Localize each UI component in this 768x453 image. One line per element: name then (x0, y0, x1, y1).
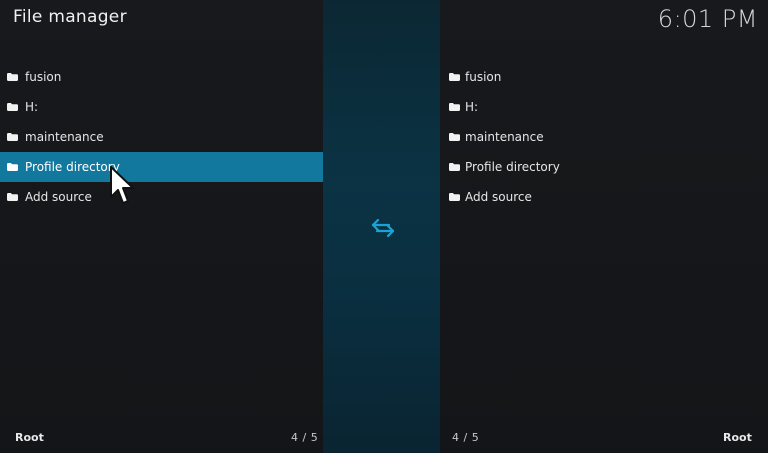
folder-icon (7, 73, 18, 81)
clock: 6:01 PM (657, 5, 758, 33)
list-item-label: Profile directory (25, 160, 120, 174)
list-item-label: Add source (25, 190, 92, 204)
swap-arrows-icon[interactable] (370, 217, 396, 239)
list-item-label: fusion (465, 70, 502, 84)
list-item[interactable]: fusion (440, 62, 768, 92)
list-item-label: Profile directory (465, 160, 560, 174)
list-item[interactable]: Profile directory (440, 152, 768, 182)
folder-icon (7, 103, 18, 111)
list-item[interactable]: maintenance (440, 122, 768, 152)
folder-icon (449, 193, 460, 201)
folder-icon (7, 133, 18, 141)
folder-icon (7, 193, 18, 201)
folder-icon (449, 73, 460, 81)
folder-icon (449, 133, 460, 141)
left-file-list: fusion H: maintenance Profile directory … (0, 62, 323, 212)
list-item-label: H: (465, 100, 479, 114)
list-item[interactable]: Add source (440, 182, 768, 212)
right-footer-path: Root (723, 431, 752, 444)
list-item-label: maintenance (25, 130, 104, 144)
list-item-label: Add source (465, 190, 532, 204)
list-item-label: maintenance (465, 130, 544, 144)
right-item-count: 4 / 5 (452, 431, 480, 444)
list-item-label: H: (25, 100, 39, 114)
list-item[interactable]: maintenance (0, 122, 323, 152)
page-title: File manager (13, 7, 127, 27)
list-item[interactable]: fusion (0, 62, 323, 92)
list-item-label: fusion (25, 70, 62, 84)
list-item[interactable]: H: (440, 92, 768, 122)
file-manager-window: File manager 6:01 PM fusion H: maintenan… (0, 0, 768, 453)
folder-icon (7, 163, 18, 171)
folder-icon (449, 103, 460, 111)
list-item-selected[interactable]: Profile directory (0, 152, 323, 182)
folder-icon (449, 163, 460, 171)
list-item[interactable]: H: (0, 92, 323, 122)
list-item[interactable]: Add source (0, 182, 323, 212)
left-footer-path: Root (15, 431, 44, 444)
right-file-list: fusion H: maintenance Profile directory … (440, 62, 768, 212)
left-item-count: 4 / 5 (291, 431, 319, 444)
